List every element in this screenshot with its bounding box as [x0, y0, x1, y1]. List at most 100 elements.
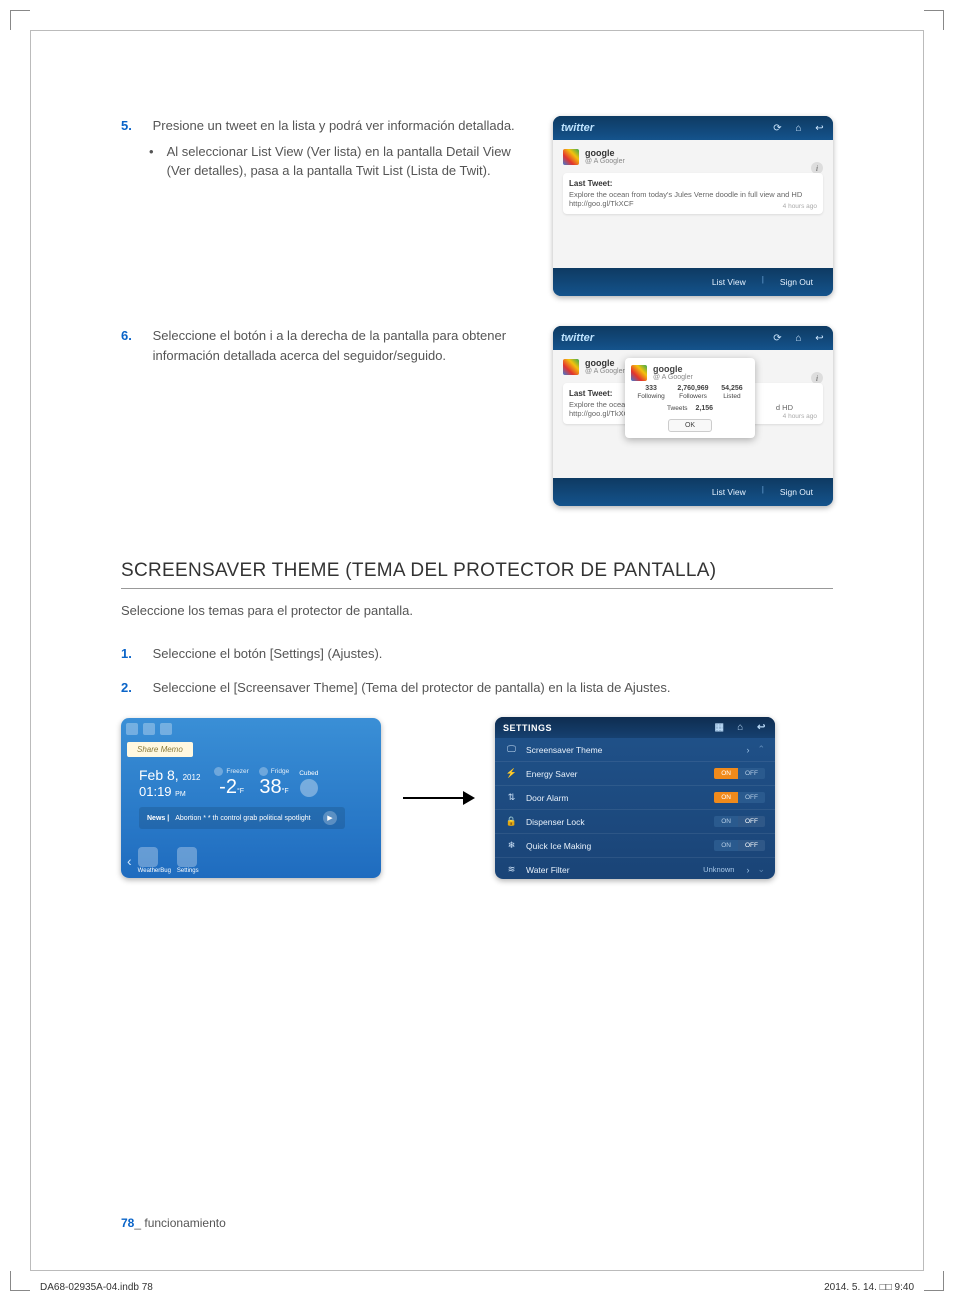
app-settings-label: Settings	[177, 868, 199, 874]
tweet-url-short: http://goo.gl/TkXC	[569, 409, 629, 418]
twitter-profile: google @ A Googler	[563, 148, 823, 165]
lock-icon: 🔒	[505, 815, 518, 828]
setting-label: Water Filter	[526, 865, 695, 875]
toggle[interactable]: ON OFF	[714, 768, 765, 779]
freezer-temp[interactable]: Freezer -2°F	[214, 767, 248, 799]
profile-handle: @ A Googler	[585, 158, 625, 165]
profile-name: google	[585, 148, 615, 158]
toggle-off: OFF	[738, 792, 765, 803]
stat-followers-value: 2,760,969	[677, 385, 708, 392]
freezer-label: Freezer	[226, 768, 248, 775]
settings-icon	[177, 847, 197, 867]
step-5-text: 5. Presione un tweet en la lista y podrá…	[121, 116, 535, 296]
section-step-2-number: 2.	[121, 678, 149, 698]
step-5-number: 5.	[121, 116, 149, 136]
toggle[interactable]: ON OFF	[714, 816, 765, 827]
stat-following-label: Following	[637, 393, 664, 400]
page-number: 78	[121, 1216, 134, 1230]
settings-list: 🖵 Screensaver Theme › ⌃ ⚡ Energy Saver O…	[495, 738, 775, 879]
news-prefix: News |	[147, 815, 169, 822]
avatar	[631, 365, 647, 381]
toggle-off: OFF	[738, 816, 765, 827]
toggle-on: ON	[714, 792, 738, 803]
settings-screenshot: SETTINGS ▦ ⌂ ↩ 🖵 Screensaver Theme › ⌃ ⚡…	[495, 717, 775, 879]
step-6-number: 6.	[121, 326, 149, 346]
print-metadata: DA68-02935A-04.indb 78 2014. 5. 14. □□ 9…	[40, 1282, 914, 1293]
twitter-header: twitter ⟳ ⌂ ↩	[553, 326, 833, 350]
sign-out-button[interactable]: Sign Out	[768, 484, 825, 500]
profile-popup: google @ A Googler 333Following 2,760,96…	[625, 358, 755, 438]
section-step-2-body: Seleccione el [Screensaver Theme] (Tema …	[153, 678, 833, 698]
water-filter-status: Unknown	[703, 865, 734, 874]
back-icon[interactable]: ↩	[756, 722, 767, 733]
section-step-1-number: 1.	[121, 644, 149, 664]
tweet-card: Last Tweet: Explore the ocean from today…	[563, 173, 823, 214]
tweet-title: Last Tweet:	[569, 179, 817, 188]
chevron-right-icon: ›	[746, 745, 749, 755]
setting-screensaver-theme[interactable]: 🖵 Screensaver Theme › ⌃	[495, 738, 775, 762]
prev-apps-arrow[interactable]: ‹	[127, 853, 132, 869]
tweet-body-short: Explore the ocean	[569, 400, 629, 409]
setting-energy-saver[interactable]: ⚡ Energy Saver ON OFF	[495, 762, 775, 786]
fridge-temp[interactable]: Fridge 38°F	[259, 767, 289, 799]
datetime-widget: Feb 8, 2012 01:19 PM	[139, 767, 200, 799]
date-year: 2012	[183, 773, 201, 782]
print-file: DA68-02935A-04.indb 78	[40, 1282, 153, 1293]
tweet-hd-text: d HD	[776, 403, 793, 412]
flow-arrow	[403, 797, 473, 799]
cubed-label: Cubed	[299, 770, 318, 777]
home-icon[interactable]: ⌂	[793, 123, 804, 134]
twitter-logo: twitter	[561, 122, 594, 134]
manual-page: 5. Presione un tweet en la lista y podrá…	[30, 30, 924, 1271]
settings-header: SETTINGS ▦ ⌂ ↩	[495, 717, 775, 738]
footer-section: _ funcionamiento	[134, 1216, 225, 1230]
screensaver-icon: 🖵	[505, 743, 518, 756]
back-icon[interactable]: ↩	[814, 123, 825, 134]
step-6-body: Seleccione el botón i a la derecha de la…	[153, 326, 535, 365]
toggle[interactable]: ON OFF	[714, 840, 765, 851]
tweet-time: 4 hours ago	[783, 413, 817, 420]
sign-out-button[interactable]: Sign Out	[768, 274, 825, 290]
home-icon[interactable]: ⌂	[793, 333, 804, 344]
ok-button[interactable]: OK	[668, 419, 712, 432]
calendar-icon[interactable]: ▦	[714, 722, 725, 733]
back-icon[interactable]: ↩	[814, 333, 825, 344]
refresh-icon[interactable]: ⟳	[772, 333, 783, 344]
news-play-button[interactable]: ▶	[323, 811, 337, 825]
scroll-down-icon[interactable]: ⌄	[757, 864, 765, 875]
page-footer: 78_ funcionamiento	[121, 1216, 226, 1230]
refresh-icon[interactable]: ⟳	[772, 123, 783, 134]
toggle-off: OFF	[738, 768, 765, 779]
section-step-2: 2. Seleccione el [Screensaver Theme] (Te…	[121, 678, 833, 698]
setting-quick-ice[interactable]: ❄ Quick Ice Making ON OFF	[495, 834, 775, 858]
chevron-right-icon: ›	[746, 865, 749, 875]
list-view-button[interactable]: List View	[700, 484, 758, 500]
app-weatherbug[interactable]: WeatherBug	[138, 847, 171, 874]
step-6-row: 6. Seleccione el botón i a la derecha de…	[121, 326, 833, 506]
status-icon	[160, 723, 172, 735]
scroll-up-icon[interactable]: ⌃	[757, 744, 765, 755]
popup-profile-handle: @ A Googler	[653, 374, 693, 381]
energy-icon: ⚡	[505, 767, 518, 780]
step-5-row: 5. Presione un tweet en la lista y podrá…	[121, 116, 833, 296]
setting-dispenser-lock[interactable]: 🔒 Dispenser Lock ON OFF	[495, 810, 775, 834]
setting-door-alarm[interactable]: ⇅ Door Alarm ON OFF	[495, 786, 775, 810]
share-memo-note[interactable]: Share Memo	[127, 742, 193, 757]
fridge-icon	[259, 767, 268, 776]
setting-water-filter[interactable]: ≋ Water Filter Unknown › ⌄	[495, 858, 775, 879]
bullet-dot: •	[149, 142, 163, 162]
home-screen-screenshot: Share Memo Feb 8, 2012 01:19 PM Freezer …	[121, 718, 381, 878]
cubed-ice[interactable]: Cubed	[299, 770, 318, 797]
twitter-footer: List View | Sign Out	[553, 478, 833, 506]
app-settings[interactable]: Settings	[177, 847, 199, 874]
home-icon[interactable]: ⌂	[735, 722, 746, 733]
profile-handle: @ A Googler	[585, 368, 625, 375]
avatar	[563, 359, 579, 375]
date-month-day: Feb 8,	[139, 767, 179, 783]
list-view-button[interactable]: List View	[700, 274, 758, 290]
print-date: 2014. 5. 14. □□ 9:40	[824, 1282, 914, 1293]
stat-tweets-value: 2,156	[696, 405, 714, 412]
section-step-1: 1. Seleccione el botón [Settings] (Ajust…	[121, 644, 833, 664]
twitter-header: twitter ⟳ ⌂ ↩	[553, 116, 833, 140]
toggle[interactable]: ON OFF	[714, 792, 765, 803]
